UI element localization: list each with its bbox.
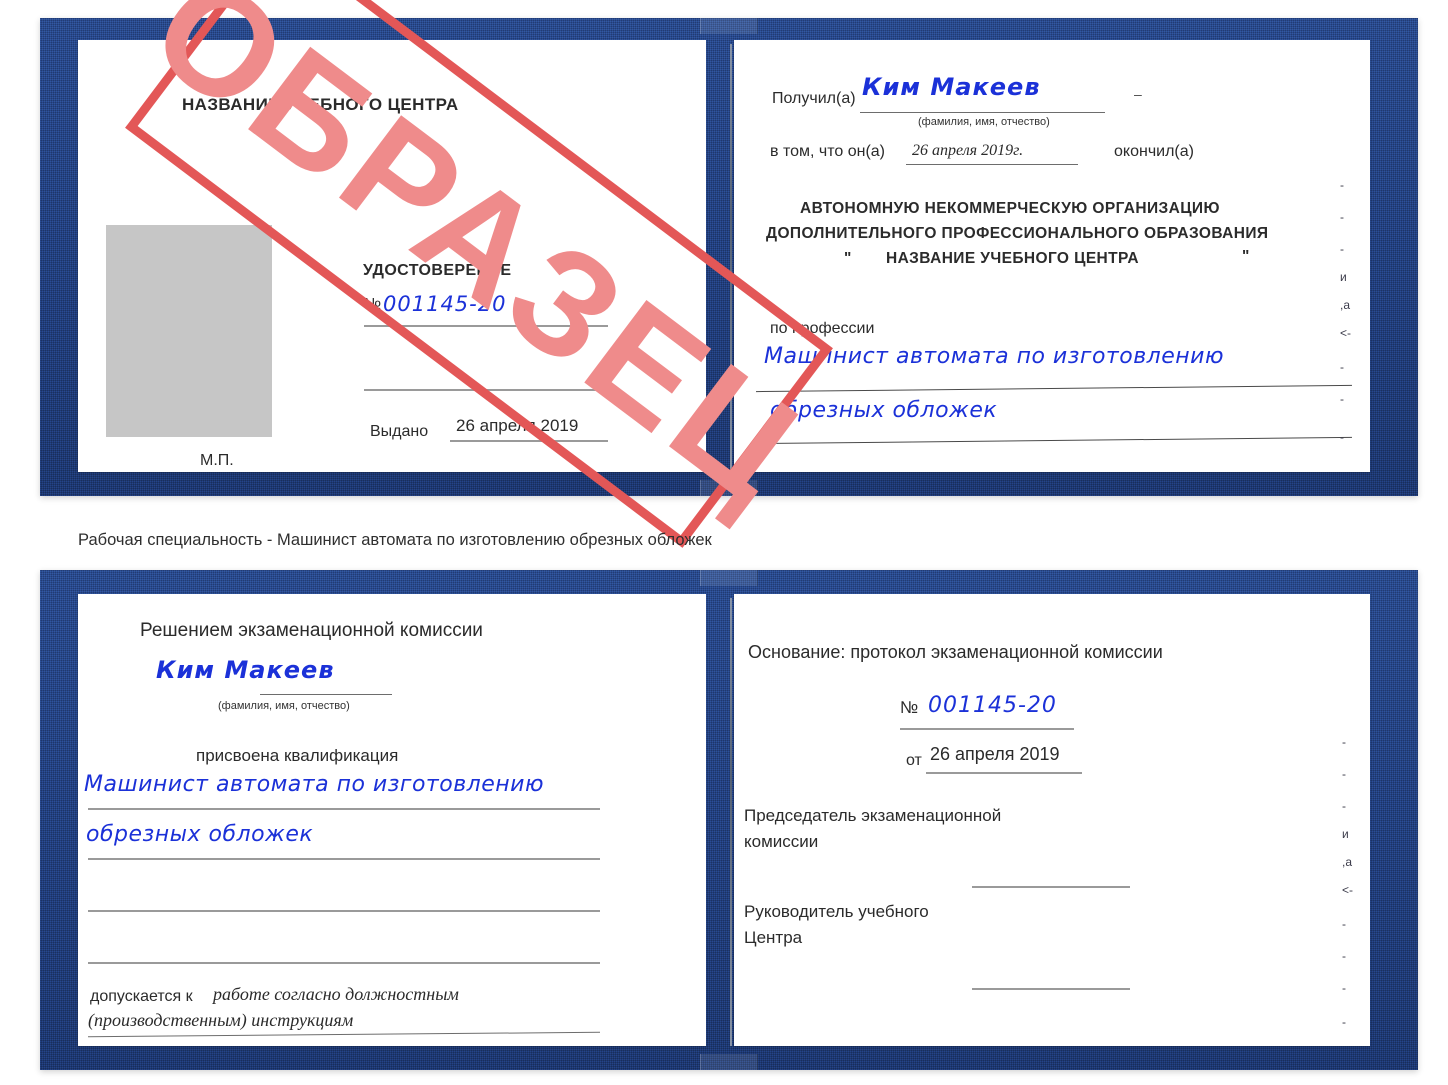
top-left-number-value: 001145-20	[383, 292, 507, 316]
bottom-right-date-prefix: от	[906, 752, 922, 769]
edge-fragment: <-	[1342, 883, 1354, 897]
edge-fragment: и	[1340, 270, 1347, 284]
top-right-fio-hint: (фамилия, имя, отчество)	[918, 116, 1050, 128]
certificate-top-cover: НАЗВАНИЕ УЧЕБНОГО ЦЕНТРА УДОСТОВЕРЕНИЕ №…	[40, 0, 1418, 548]
edge-fragment: <-	[1340, 326, 1352, 340]
top-right-completion-date: 26 апреля 2019г.	[912, 142, 1024, 159]
top-right-dash-mark: –	[1134, 86, 1142, 102]
edge-fragment: -	[1342, 949, 1346, 963]
bottom-right-number-value: 001145-20	[928, 693, 1057, 718]
edge-fragment: -	[1342, 735, 1346, 749]
spine-tab-top	[700, 570, 758, 586]
certificate-top-gutter	[730, 44, 732, 472]
certificate-bottom-left-page: Решением экзаменационной комиссии Ким Ма…	[78, 594, 706, 1046]
top-right-org-line2: ДОПОЛНИТЕЛЬНОГО ПРОФЕССИОНАЛЬНОГО ОБРАЗО…	[766, 225, 1269, 242]
edge-fragment: -	[1340, 430, 1344, 444]
bottom-right-number-prefix: №	[900, 698, 919, 717]
bottom-left-rule-3	[88, 910, 600, 912]
bottom-right-date-value: 26 апреля 2019	[930, 744, 1060, 764]
certificate-bottom-right-page: Основание: протокол экзаменационной коми…	[734, 594, 1370, 1046]
bottom-left-qualification-line2: обрезных обложек	[86, 822, 314, 847]
bottom-right-chairman-line1: Председатель экзаменационной	[744, 806, 1002, 825]
bottom-right-chairman-line2: комиссии	[744, 832, 819, 851]
edge-fragment: -	[1342, 981, 1346, 995]
bottom-right-date-rule	[926, 772, 1082, 774]
bottom-right-head-line1: Руководитель учебного	[744, 902, 929, 921]
spine-tab-bottom	[700, 480, 758, 496]
edge-fragment: ,а	[1342, 855, 1353, 869]
top-right-org-line3: НАЗВАНИЕ УЧЕБНОГО ЦЕНТРА	[886, 250, 1139, 267]
top-right-date-rule	[906, 164, 1078, 165]
top-right-finished-label: окончил(а)	[1114, 143, 1194, 160]
top-left-org-title: НАЗВАНИЕ УЧЕБНОГО ЦЕНТРА	[182, 95, 459, 114]
top-right-org-quote-open: "	[844, 250, 852, 267]
edge-fragment: -	[1340, 392, 1344, 406]
top-right-profession-rule2	[756, 436, 1352, 445]
bottom-left-qualification-label: присвоена квалификация	[196, 746, 399, 765]
certificate-bottom-gutter	[730, 598, 732, 1046]
bottom-right-chairman-sign-rule	[972, 886, 1130, 888]
top-right-org-quote-close: "	[1242, 248, 1250, 265]
bottom-left-fio-hint: (фамилия, имя, отчество)	[218, 700, 350, 712]
top-left-blank-rule	[364, 389, 608, 391]
top-right-name-rule	[860, 112, 1105, 113]
bottom-left-rule-5	[88, 1031, 600, 1038]
bottom-left-name-rule	[260, 694, 392, 695]
top-right-inthat-label: в том, что он(а)	[770, 143, 885, 160]
edge-fragment: -	[1342, 917, 1346, 931]
photo-placeholder	[106, 225, 272, 437]
top-left-seal-label: М.П.	[200, 452, 234, 469]
bottom-left-admitted-label: допускается к	[90, 988, 193, 1005]
edge-fragment: -	[1340, 360, 1344, 374]
bottom-right-head-sign-rule	[972, 988, 1130, 990]
edge-fragment: -	[1340, 242, 1344, 256]
bottom-left-qualification-line1: Машинист автомата по изготовлению	[84, 772, 544, 797]
top-right-received-value: Ким Макеев	[862, 73, 1041, 101]
bottom-right-basis-label: Основание: протокол экзаменационной коми…	[748, 642, 1163, 662]
top-right-profession-rule1	[756, 384, 1352, 393]
certificate-bottom-cover: Решением экзаменационной комиссии Ким Ма…	[40, 570, 1418, 1070]
edge-fragment: -	[1340, 210, 1344, 224]
bottom-left-name-value: Ким Макеев	[156, 656, 335, 684]
certificate-top-left-page: НАЗВАНИЕ УЧЕБНОГО ЦЕНТРА УДОСТОВЕРЕНИЕ №…	[78, 40, 706, 472]
edge-fragment: -	[1342, 1015, 1346, 1029]
bottom-left-rule-1	[88, 808, 600, 810]
top-right-profession-line2: обрезных обложек	[770, 398, 998, 423]
edge-fragment: -	[1340, 178, 1344, 192]
bottom-right-head-line2: Центра	[744, 928, 803, 947]
page-caption: Рабочая специальность - Машинист автомат…	[78, 531, 712, 549]
spine-tab-bottom	[700, 1054, 758, 1070]
top-left-issued-value: 26 апреля 2019	[456, 416, 579, 435]
bottom-left-decision-title: Решением экзаменационной комиссии	[140, 620, 483, 641]
edge-fragment: и	[1342, 827, 1349, 841]
top-left-number-prefix: №	[364, 296, 382, 313]
bottom-left-rule-2	[88, 858, 600, 860]
top-right-received-label: Получил(а)	[772, 90, 856, 107]
bottom-left-admitted-line2: (производственным) инструкциям	[88, 1010, 354, 1030]
top-right-org-line1: АВТОНОМНУЮ НЕКОММЕРЧЕСКУЮ ОРГАНИЗАЦИЮ	[800, 200, 1220, 217]
spine-tab-top	[700, 18, 758, 34]
top-left-doc-type: УДОСТОВЕРЕНИЕ	[363, 262, 512, 279]
bottom-left-admitted-line1: работе согласно должностным	[213, 984, 459, 1004]
edge-fragment: -	[1342, 799, 1346, 813]
top-left-issued-label: Выдано	[370, 423, 429, 440]
edge-fragment: ,а	[1340, 298, 1351, 312]
bottom-right-number-rule-2	[986, 728, 1074, 730]
bottom-left-rule-4	[88, 962, 600, 964]
top-right-profession-label: по профессии	[770, 320, 875, 337]
top-right-profession-line1: Машинист автомата по изготовлению	[764, 344, 1224, 369]
bottom-right-number-rule	[900, 728, 986, 730]
top-left-number-rule	[364, 325, 608, 327]
top-left-issued-rule	[450, 440, 608, 442]
edge-fragment: -	[1342, 767, 1346, 781]
certificate-top-right-page: Получил(а) Ким Макеев (фамилия, имя, отч…	[734, 40, 1370, 472]
